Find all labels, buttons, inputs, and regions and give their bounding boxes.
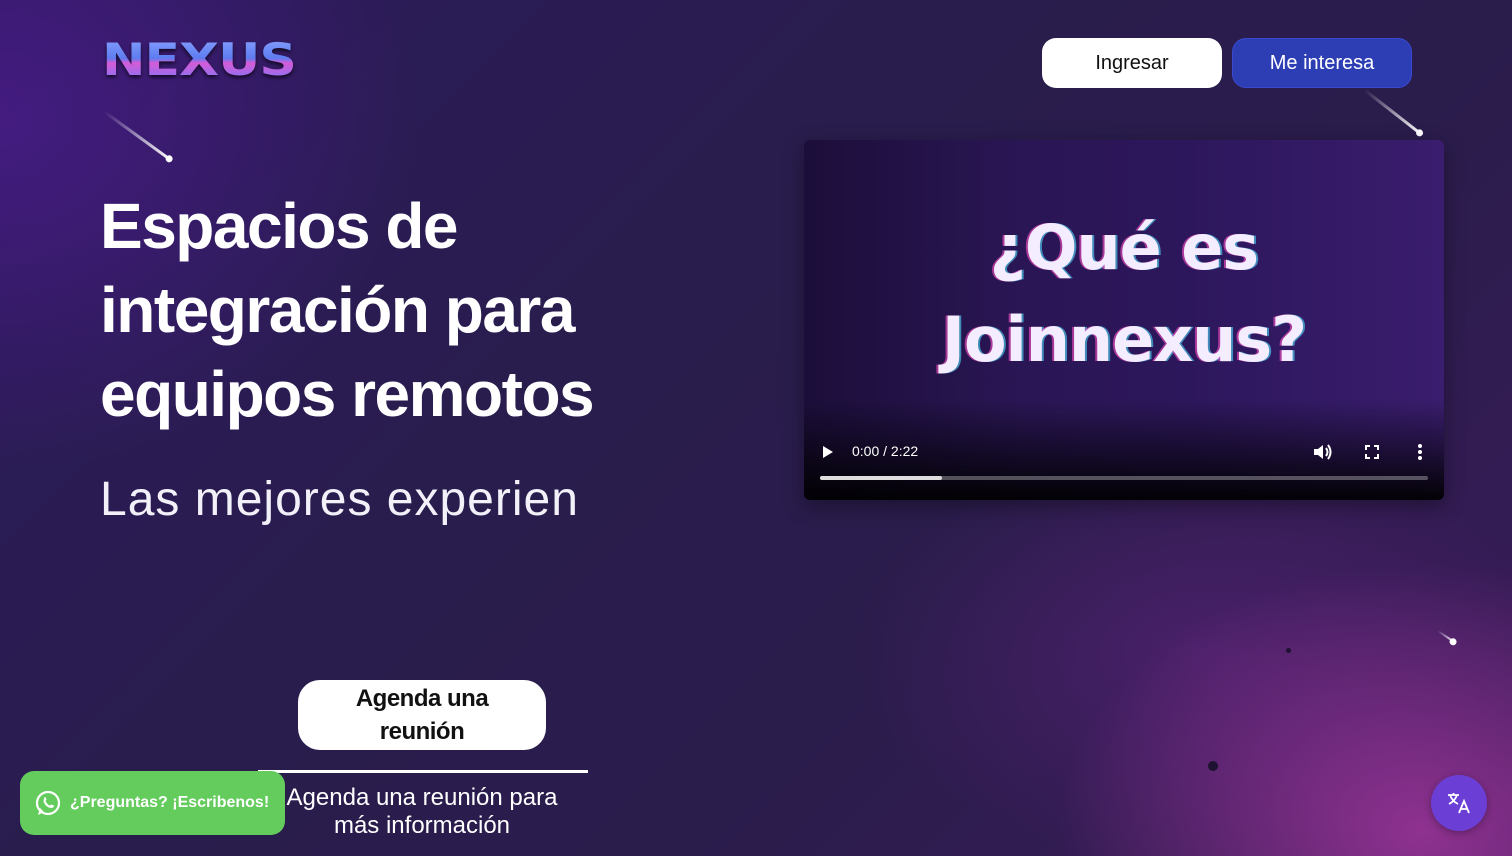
video-time: 0:00 / 2:22 [852, 443, 919, 459]
video-player[interactable]: ¿Qué es Joinnexus? 0:00 / 2:22 [804, 140, 1444, 500]
video-title: ¿Qué es Joinnexus? [941, 211, 1307, 376]
video-progress-bar[interactable] [820, 476, 1428, 480]
translate-icon [1448, 793, 1470, 814]
decorative-dot [1286, 648, 1291, 653]
decorative-dot [1208, 761, 1218, 771]
nexus-logo[interactable]: NEXUS [102, 36, 297, 85]
volume-icon[interactable] [1312, 442, 1334, 462]
shooting-star-decoration [103, 110, 172, 161]
whatsapp-chat-button[interactable]: ¿Preguntas? ¡Escribenos! [20, 771, 285, 835]
video-progress-fill [820, 476, 942, 480]
whatsapp-icon [35, 790, 61, 816]
play-icon[interactable] [820, 442, 836, 462]
translate-button[interactable] [1431, 775, 1487, 831]
login-button[interactable]: Ingresar [1042, 38, 1222, 88]
fullscreen-icon[interactable] [1362, 442, 1382, 462]
shooting-star-decoration [1363, 88, 1422, 136]
whatsapp-label: ¿Preguntas? ¡Escribenos! [70, 794, 270, 811]
schedule-meeting-button[interactable]: Agenda una reunión [298, 680, 546, 750]
cta-caption: Agenda una reunión para más información [286, 784, 558, 839]
interest-button[interactable]: Me interesa [1232, 38, 1412, 88]
more-vert-icon[interactable] [1410, 442, 1430, 462]
cta-divider [258, 770, 588, 773]
shooting-star-decoration [1437, 630, 1456, 644]
hero-title: Espacios de integración para equipos rem… [100, 190, 595, 430]
hero-subtitle: Las mejores experien [100, 473, 579, 526]
